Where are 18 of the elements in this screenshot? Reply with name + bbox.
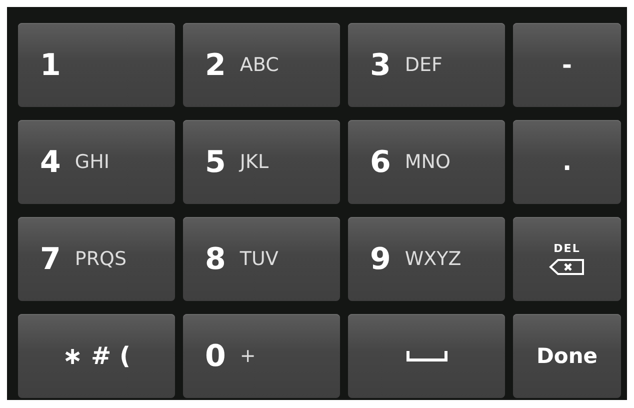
digit-key[interactable]: 7 PRQS [18,217,175,301]
digit-key[interactable]: 5 JKL [183,120,340,204]
digit-key[interactable]: 9 WXYZ [348,217,505,301]
delete-key[interactable]: DEL [513,217,621,301]
digit-key[interactable]: 3 DEF [348,23,505,107]
digit-key[interactable]: 4 GHI [18,120,175,204]
digit-key[interactable]: 8 TUV [183,217,340,301]
space-icon [406,350,448,362]
digit-key[interactable]: 2 ABC [183,23,340,107]
digit-key[interactable]: 1 [18,23,175,107]
backspace-icon [549,258,585,276]
symbol-key[interactable]: . [513,120,621,204]
symbol-key[interactable]: ∗ # ( [18,314,175,398]
space-key[interactable] [348,314,505,398]
digit-key[interactable]: 0 + [183,314,340,398]
symbol-key[interactable]: - [513,23,621,107]
done-button[interactable]: Done [513,314,621,398]
digit-key[interactable]: 6 MNO [348,120,505,204]
